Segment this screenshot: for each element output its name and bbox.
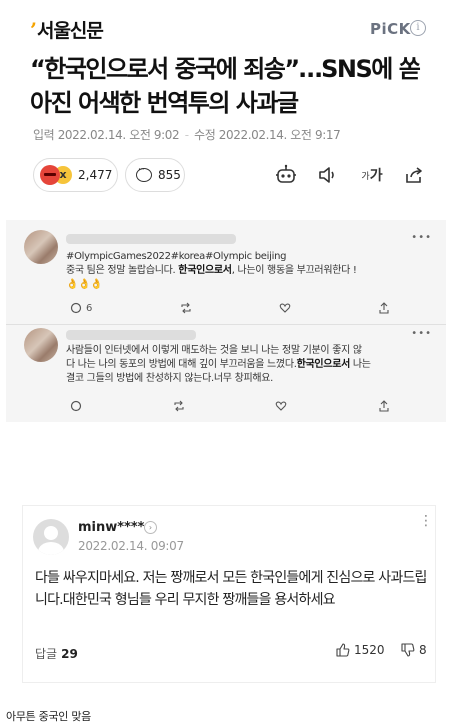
upload-icon	[378, 302, 390, 314]
like-icon	[279, 302, 291, 314]
tweet-more-icon: •••	[411, 232, 432, 243]
retweet-icon	[173, 400, 185, 412]
tweet-hashtags: #OlympicGames2022#korea#Olympic beijing	[66, 251, 287, 262]
page: ’서울신문 PiCK i “한국인으로서 중국에 죄송”…SNS에 쏟아진 어색…	[0, 0, 454, 728]
thumbs-up-icon	[336, 643, 350, 657]
tweet-line-text: 다 나는 나의 동포의 방법에 대해 깊이 부끄러움을 느꼈다.	[66, 359, 297, 370]
reply-count: 6	[86, 302, 93, 314]
logo-text: 서울신문	[36, 20, 104, 42]
reaction-count: 2,477	[78, 168, 113, 182]
robot-summary-icon[interactable]	[274, 163, 298, 187]
tweet-more-icon: •••	[411, 328, 432, 339]
press-logo[interactable]: ’서울신문	[30, 16, 104, 43]
retweet-icon	[180, 302, 192, 314]
font-size-small: 가	[361, 171, 370, 182]
like-count: 1520	[354, 643, 385, 657]
like-icon	[275, 400, 287, 412]
tweet-line: 중국 팀은 정말 놀랍습니다. 한국인으로서, 나는이 행동을 부끄러워한다 !	[66, 264, 357, 278]
embedded-tweets-image: ••• #OlympicGames2022#korea#Olympic beij…	[6, 220, 446, 422]
tweet: ••• 사람들이 인터넷에서 이렇게 매도하는 것을 보니 나는 정말 기분이 …	[18, 328, 434, 420]
chevron-right-icon[interactable]: ›	[144, 521, 157, 534]
tweet-text: #OlympicGames2022#korea#Olympic beijing …	[66, 250, 357, 292]
font-size-big: 가	[369, 168, 383, 184]
speaker-icon[interactable]	[316, 163, 340, 187]
reaction-button[interactable]: x 2,477	[33, 158, 118, 192]
tweet-line-text: 중국 팀은 정말 놀랍습니다.	[66, 265, 179, 276]
info-icon[interactable]: i	[410, 20, 426, 36]
replies-label: 답글	[35, 647, 58, 661]
reply-icon	[70, 302, 82, 314]
article-headline: “한국인으로서 중국에 죄송”…SNS에 쏟아진 어색한 번역투의 사과글	[30, 55, 421, 117]
blurred-username	[66, 330, 196, 340]
input-date: 입력 2022.02.14. 오전 9:02	[33, 128, 180, 142]
reply-action: 6	[70, 302, 92, 314]
tweet-line: 다 나는 나의 동포의 방법에 대해 깊이 부끄러움을 느꼈다.한국인으로서 나…	[66, 358, 371, 372]
tweet-avatar	[24, 328, 58, 362]
upload-icon	[378, 400, 390, 412]
date-separator: -	[184, 128, 189, 142]
share-icon[interactable]	[402, 163, 426, 187]
replies-count: 29	[61, 647, 78, 661]
post-caption: 아무튼 중국인 맞음	[6, 710, 91, 723]
replies-button[interactable]: 답글 29	[35, 645, 78, 662]
tweet-actions: 6	[70, 302, 390, 314]
tweet: ••• #OlympicGames2022#korea#Olympic beij…	[18, 228, 434, 320]
speech-bubble-icon	[136, 165, 152, 182]
comment-count-button[interactable]: 855	[125, 158, 185, 192]
like-button[interactable]: 1520	[336, 643, 385, 657]
article-header: ’서울신문 PiCK i “한국인으로서 중국에 죄송”…SNS에 쏟아진 어색…	[0, 0, 454, 224]
font-size-button[interactable]: 가가	[358, 163, 386, 187]
more-vertical-icon[interactable]: ⋮	[419, 514, 433, 528]
pick-label[interactable]: PiCK	[370, 20, 411, 38]
tweet-line-text: , 나는이 행동을 부끄러워한다 !	[231, 265, 357, 276]
avatar	[33, 519, 69, 555]
comment-username[interactable]: minw****	[78, 520, 144, 535]
tweet-line-text: 나는	[350, 359, 371, 370]
logo-mark: ’	[30, 18, 37, 42]
dislike-count: 8	[419, 643, 427, 657]
reply-icon	[70, 400, 82, 412]
edit-date: 수정 2022.02.14. 오전 9:17	[194, 128, 341, 142]
tweet-actions	[70, 400, 390, 412]
thumbs-down-icon	[401, 643, 415, 657]
blurred-username	[66, 234, 236, 244]
tweet-avatar	[24, 230, 58, 264]
tweet-emoji: 👌👌👌	[66, 279, 103, 290]
article-dates: 입력 2022.02.14. 오전 9:02 - 수정 2022.02.14. …	[33, 126, 341, 143]
tweet-line: 사람들이 인터넷에서 이렇게 매도하는 것을 보니 나는 정말 기분이 좋지 않	[66, 345, 362, 356]
comment-text: 다들 싸우지마세요. 저는 짱깨로서 모든 한국인들에게 진심으로 사과드립니다…	[35, 570, 427, 608]
tweet-bold-text: 한국인으로서	[296, 359, 351, 370]
comment-card: minw**** › 2022.02.14. 09:07 ⋮ 다들 싸우지마세요…	[22, 505, 436, 683]
dislike-button[interactable]: 8	[401, 643, 427, 657]
comment-count: 855	[158, 168, 181, 182]
tweet-text: 사람들이 인터넷에서 이렇게 매도하는 것을 보니 나는 정말 기분이 좋지 않…	[66, 344, 371, 386]
comment-date: 2022.02.14. 09:07	[78, 539, 184, 553]
tweet-divider	[6, 324, 446, 325]
tweet-line: 결코 그들의 방법에 찬성하지 않는다.너무 창피해요.	[66, 373, 274, 384]
angry-face-icon	[40, 165, 60, 185]
tweet-bold-text: 한국인으로서	[178, 265, 232, 276]
